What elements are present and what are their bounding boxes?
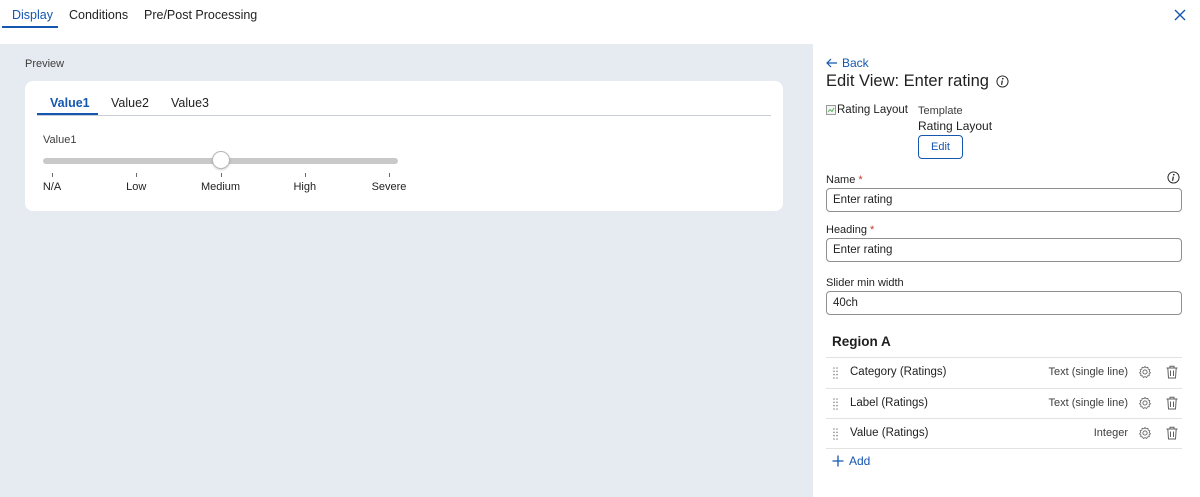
broken-image-icon bbox=[826, 105, 836, 115]
back-link[interactable]: Back bbox=[826, 56, 869, 70]
add-field-button[interactable]: Add bbox=[832, 454, 870, 468]
preview-tab-divider bbox=[37, 115, 771, 116]
preview-area: Preview Value1 Value2 Value3 Value1 N/A L… bbox=[0, 44, 813, 497]
slider-tick bbox=[136, 173, 138, 177]
trash-icon[interactable] bbox=[1166, 396, 1178, 410]
drag-handle-icon[interactable] bbox=[833, 367, 838, 379]
rating-slider[interactable] bbox=[43, 151, 398, 169]
preview-card: Value1 Value2 Value3 Value1 N/A Low Medium… bbox=[25, 81, 783, 211]
region-title: Region A bbox=[832, 334, 891, 349]
gear-icon[interactable] bbox=[1138, 396, 1152, 410]
slider-min-width-label: Slider min width bbox=[826, 277, 904, 289]
trash-icon[interactable] bbox=[1166, 426, 1178, 440]
edit-view-panel: Back Edit View: Enter rating Rating Layo… bbox=[813, 44, 1200, 497]
info-icon[interactable] bbox=[996, 75, 1009, 88]
heading-label: Heading * bbox=[826, 224, 874, 236]
field-type: Integer bbox=[1093, 427, 1128, 439]
gear-icon[interactable] bbox=[1138, 426, 1152, 440]
heading-label-text: Heading bbox=[826, 224, 867, 236]
slider-tick bbox=[52, 173, 53, 177]
slider-tick bbox=[220, 173, 222, 177]
preview-label: Preview bbox=[25, 58, 65, 70]
slider-option-label[interactable]: Severe bbox=[372, 181, 407, 193]
region-field-row[interactable]: Label (Ratings) Text (single line) bbox=[826, 387, 1182, 419]
slider-thumb[interactable] bbox=[211, 151, 230, 169]
arrow-left-icon bbox=[826, 58, 837, 68]
slider-tick bbox=[389, 173, 390, 177]
add-label: Add bbox=[849, 454, 871, 468]
slider-option-label[interactable]: Medium bbox=[201, 181, 240, 193]
preview-tab-value1[interactable]: Value1 bbox=[50, 96, 90, 110]
preview-tab-value2[interactable]: Value2 bbox=[111, 96, 149, 110]
field-type: Text (single line) bbox=[1048, 396, 1128, 409]
field-name: Label (Ratings) bbox=[850, 396, 928, 409]
tab-conditions[interactable]: Conditions bbox=[69, 8, 128, 22]
field-name: Value (Ratings) bbox=[850, 427, 929, 439]
trash-icon[interactable] bbox=[1166, 365, 1178, 379]
close-icon[interactable] bbox=[1172, 7, 1188, 23]
slider-min-width-input[interactable] bbox=[826, 291, 1182, 315]
slider-option-label[interactable]: Low bbox=[126, 181, 146, 193]
field-name: Category (Ratings) bbox=[850, 366, 947, 378]
slider-label: Value1 bbox=[43, 134, 77, 146]
template-image: Rating Layout bbox=[826, 104, 908, 116]
region-field-row[interactable]: Category (Ratings) Text (single line) bbox=[826, 357, 1182, 388]
heading-input[interactable] bbox=[826, 238, 1182, 262]
name-label: Name * bbox=[826, 174, 863, 186]
drag-handle-icon[interactable] bbox=[833, 397, 838, 410]
panel-title: Edit View: Enter rating bbox=[826, 72, 989, 90]
preview-tab-value3[interactable]: Value3 bbox=[171, 96, 209, 110]
field-type: Text (single line) bbox=[1048, 366, 1128, 378]
name-label-text: Name bbox=[826, 174, 856, 186]
slider-option-label[interactable]: N/A bbox=[43, 181, 61, 193]
top-tab-bar: Display Conditions Pre/Post Processing bbox=[0, 0, 1200, 44]
slider-tick bbox=[304, 173, 306, 177]
tab-pre-post-processing[interactable]: Pre/Post Processing bbox=[144, 8, 257, 22]
region-field-row[interactable]: Value (Ratings) Integer bbox=[826, 418, 1182, 449]
template-image-alt: Rating Layout bbox=[837, 104, 908, 116]
required-asterisk: * bbox=[858, 174, 863, 186]
name-input[interactable] bbox=[826, 188, 1182, 212]
template-value: Rating Layout bbox=[918, 119, 993, 133]
required-asterisk: * bbox=[870, 224, 875, 236]
template-label: Template bbox=[918, 105, 963, 117]
region-field-list: Category (Ratings) Text (single line) Labe… bbox=[826, 357, 1182, 449]
edit-template-button[interactable]: Edit bbox=[918, 135, 963, 159]
tab-display[interactable]: Display bbox=[12, 8, 53, 22]
active-tab-indicator bbox=[2, 26, 58, 28]
slider-option-label[interactable]: High bbox=[293, 181, 316, 193]
name-info-icon[interactable] bbox=[1167, 171, 1180, 184]
back-label: Back bbox=[842, 56, 869, 70]
gear-icon[interactable] bbox=[1138, 365, 1152, 379]
drag-handle-icon[interactable] bbox=[833, 428, 838, 440]
plus-icon bbox=[832, 455, 844, 467]
